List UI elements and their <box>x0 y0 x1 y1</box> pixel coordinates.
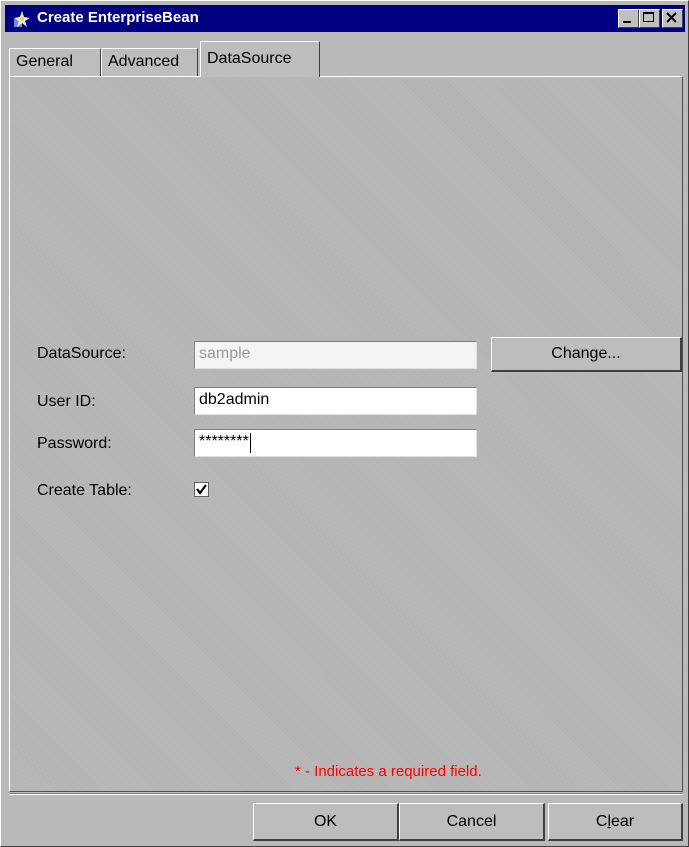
create-enterprisebean-dialog: Create EnterpriseBean General Advanced D… <box>0 0 689 847</box>
minimize-icon <box>623 21 631 23</box>
maximize-icon <box>643 12 654 22</box>
datasource-label: DataSource: <box>37 345 126 362</box>
text-caret <box>249 433 251 453</box>
userid-value: db2admin <box>199 391 270 408</box>
close-icon <box>666 12 677 23</box>
create-table-checkbox[interactable] <box>194 482 209 497</box>
cancel-button[interactable]: Cancel <box>399 803 545 841</box>
close-button[interactable] <box>662 9 683 28</box>
clear-button-label: Clear <box>596 813 634 830</box>
tab-advanced[interactable]: Advanced <box>101 48 198 76</box>
userid-label: User ID: <box>37 393 96 410</box>
clear-label-prefix: C <box>595 813 608 830</box>
password-value: ******** <box>199 433 249 450</box>
tab-datasource-label: DataSource <box>207 50 292 67</box>
ok-button-label: OK <box>313 813 338 830</box>
tab-general-label: General <box>16 53 73 70</box>
password-field[interactable]: ******** <box>194 429 477 457</box>
datasource-field: sample <box>194 341 477 369</box>
password-label: Password: <box>37 435 112 452</box>
tab-datasource[interactable]: DataSource <box>200 41 320 77</box>
userid-field[interactable]: db2admin <box>194 387 477 415</box>
checkmark-icon <box>196 484 207 495</box>
button-bar-separator <box>9 793 683 795</box>
cancel-button-label: Cancel <box>446 813 497 830</box>
clear-button[interactable]: Clear <box>548 803 683 841</box>
title-bar[interactable]: Create EnterpriseBean <box>5 5 685 32</box>
required-field-note: * - Indicates a required field. <box>295 763 482 780</box>
create-table-label: Create Table: <box>37 482 132 499</box>
change-button-label: Change... <box>551 345 621 362</box>
maximize-button[interactable] <box>639 9 660 28</box>
ok-button[interactable]: OK <box>253 803 399 841</box>
window-title: Create EnterpriseBean <box>37 9 199 26</box>
change-button[interactable]: Change... <box>491 337 682 372</box>
app-icon <box>14 11 30 27</box>
tab-general[interactable]: General <box>9 48 101 76</box>
datasource-value: sample <box>199 345 251 362</box>
tab-advanced-label: Advanced <box>108 53 180 70</box>
clear-label-suffix: ear <box>611 813 635 830</box>
minimize-button[interactable] <box>618 9 639 28</box>
